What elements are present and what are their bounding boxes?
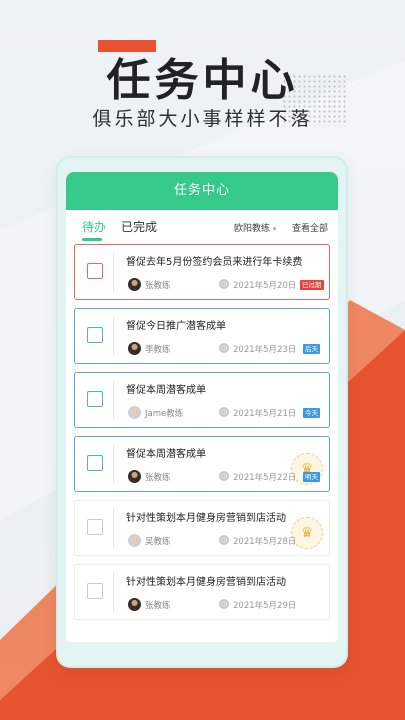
task-checkbox[interactable] (87, 391, 103, 407)
coach-name: Jame教练 (145, 409, 184, 419)
task-date: 2021年5月28日 (233, 537, 297, 547)
coach-name: 张教练 (145, 281, 171, 291)
avatar (128, 406, 141, 419)
task-card[interactable]: 督促去年5月份签约会员来进行年卡续费 张教练 ◷ 2021年5月20日 已过期 (74, 244, 330, 300)
task-checkbox[interactable] (87, 455, 103, 471)
task-card[interactable]: 针对性策划本月健身房营销到店活动 ♛ 吴教练 ◷ 2021年5月28日 (74, 500, 330, 556)
coach-name: 张教练 (145, 601, 171, 611)
task-date: 2021年5月20日 (233, 281, 297, 291)
clock-icon: ◷ (219, 407, 229, 417)
avatar (128, 342, 141, 355)
hero-subtitle: 俱乐部大小事样样不落 (92, 108, 313, 130)
task-title: 督促去年5月份签约会员来进行年卡续费 (126, 257, 303, 268)
task-date: 2021年5月21日 (233, 409, 297, 419)
avatar (128, 470, 141, 483)
clock-icon: ◷ (219, 535, 229, 545)
divider (113, 507, 114, 549)
clock-icon: ◷ (219, 599, 229, 609)
task-date: 2021年5月22日 (233, 473, 297, 483)
task-title: 督促本周潜客成单 (126, 449, 206, 460)
divider (113, 443, 114, 485)
tab-todo[interactable]: 待办 (82, 218, 106, 235)
task-date: 2021年5月23日 (233, 345, 297, 355)
app-title-bar: 任务中心 (66, 172, 338, 210)
task-title: 督促本周潜客成单 (126, 385, 206, 396)
task-checkbox[interactable] (87, 327, 103, 343)
divider (113, 315, 114, 357)
avatar (128, 534, 141, 547)
clock-icon: ◷ (219, 343, 229, 353)
task-checkbox[interactable] (87, 263, 103, 279)
view-all-link[interactable]: 查看全部 (292, 221, 328, 234)
task-card[interactable]: 督促本周潜客成单 ♛ 张教练 ◷ 2021年5月22日 明天 (74, 436, 330, 492)
task-checkbox[interactable] (87, 583, 103, 599)
avatar (128, 598, 141, 611)
task-card[interactable]: 针对性策划本月健身房营销到店活动 张教练 ◷ 2021年5月29日 (74, 564, 330, 620)
task-title: 针对性策划本月健身房营销到店活动 (126, 513, 286, 524)
task-title: 督促今日推广潜客成单 (126, 321, 226, 332)
coach-name: 吴教练 (145, 537, 171, 547)
hero-title: 任务中心 (106, 55, 299, 106)
clock-icon: ◷ (219, 279, 229, 289)
divider (113, 379, 114, 421)
coach-name: 李教练 (145, 345, 171, 355)
task-title: 针对性策划本月健身房营销到店活动 (126, 577, 286, 588)
status-badge: 后天 (303, 344, 320, 354)
coach-name: 张教练 (145, 473, 171, 483)
status-badge: 已过期 (300, 280, 324, 290)
coach-filter-label: 欧阳教练 (234, 224, 271, 234)
app-title: 任务中心 (173, 183, 230, 198)
tab-bar: 待办 已完成 欧阳教练 ▾ 查看全部 (66, 210, 338, 244)
status-badge: 今天 (303, 408, 320, 418)
active-tab-indicator (82, 238, 102, 241)
task-card[interactable]: 督促今日推广潜客成单 李教练 ◷ 2021年5月23日 后天 (74, 308, 330, 364)
clock-icon: ◷ (219, 471, 229, 481)
chevron-down-icon: ▾ (272, 225, 277, 233)
status-badge: 明天 (303, 472, 320, 482)
tab-completed[interactable]: 已完成 (121, 218, 157, 235)
coach-filter-dropdown[interactable]: 欧阳教练 ▾ (234, 221, 276, 234)
divider (113, 571, 114, 613)
task-card[interactable]: 督促本周潜客成单 Jame教练 ◷ 2021年5月21日 今天 (74, 372, 330, 428)
divider (113, 251, 114, 293)
task-list: 督促去年5月份签约会员来进行年卡续费 张教练 ◷ 2021年5月20日 已过期 … (74, 244, 330, 634)
avatar (128, 278, 141, 291)
task-date: 2021年5月29日 (233, 601, 297, 611)
task-checkbox[interactable] (87, 519, 103, 535)
